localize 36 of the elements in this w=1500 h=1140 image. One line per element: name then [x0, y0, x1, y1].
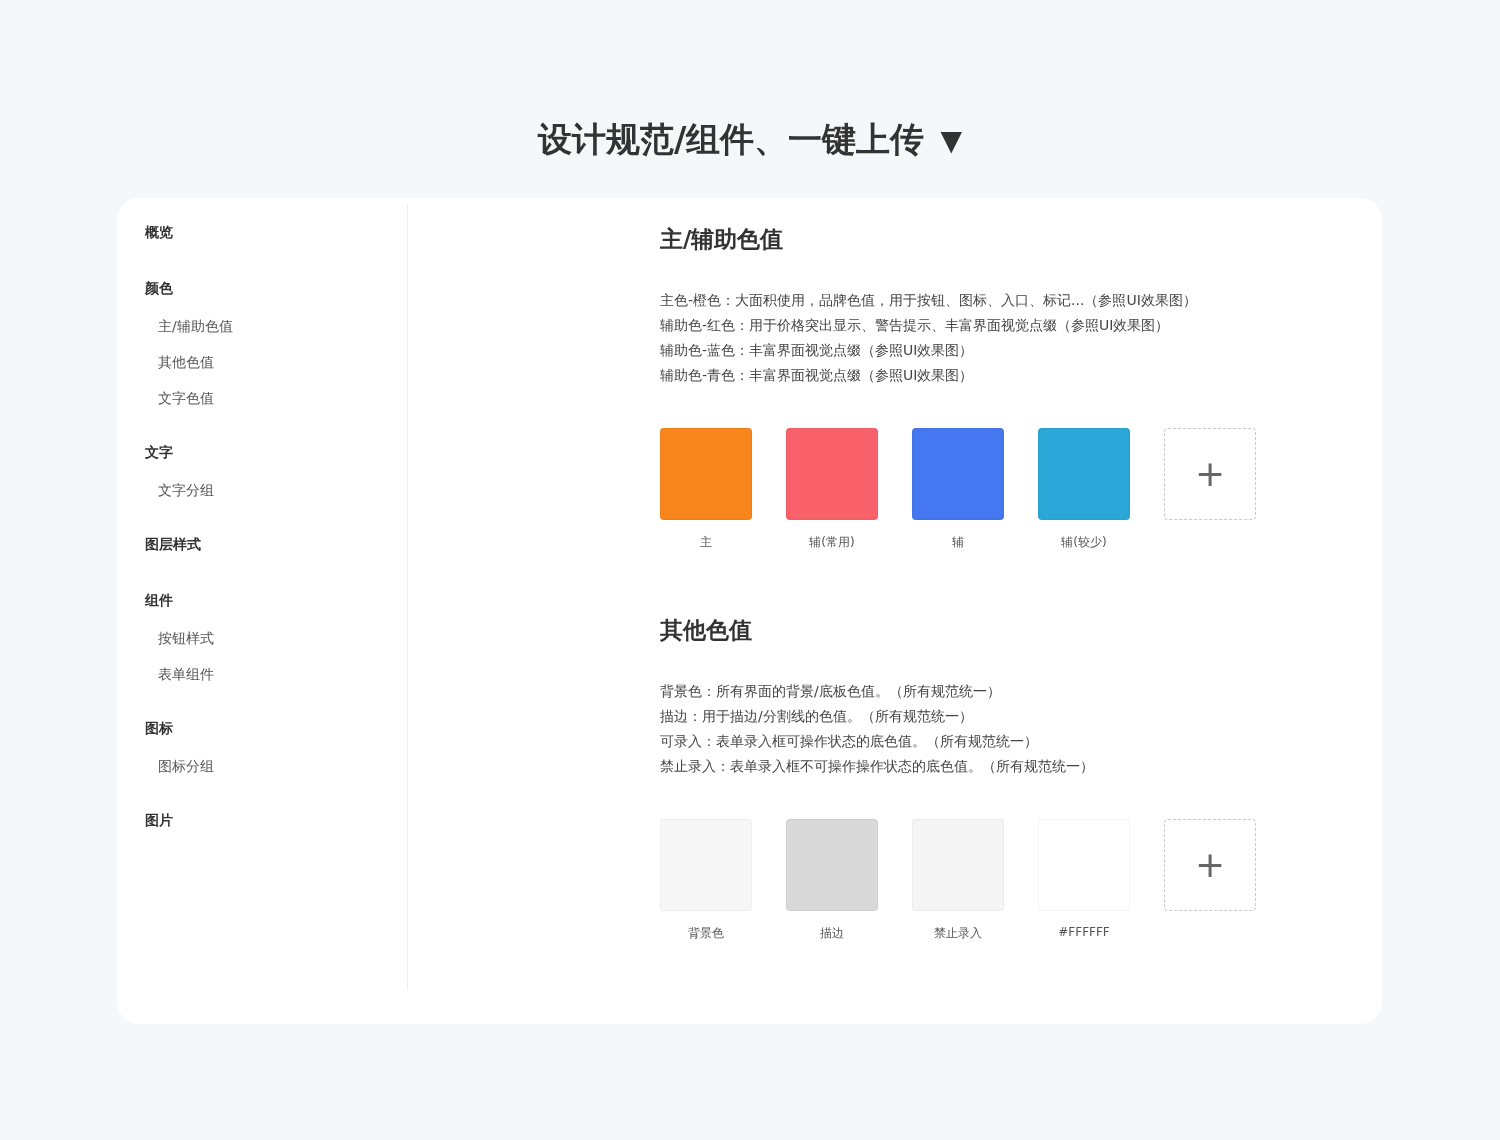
swatch-label: 辅 [952, 534, 964, 551]
sidebar-group[interactable]: 颜色 [145, 278, 407, 300]
swatch-label: 辅(较少) [1061, 534, 1107, 551]
sidebar-group[interactable]: 图标 [145, 718, 407, 740]
sidebar-group[interactable]: 概览 [145, 222, 407, 244]
description-text: 可录入：表单录入框可操作状态的底色值。（所有规范统一） [660, 732, 1039, 751]
sidebar-item[interactable]: 图标分组 [145, 756, 407, 776]
swatch-label: #FFFFFF [1058, 925, 1110, 939]
description-text: 辅助色-青色：丰富界面视觉点缀（参照UI效果图） [660, 366, 975, 385]
swatch-label: 背景色 [688, 925, 724, 942]
sidebar-group[interactable]: 图片 [145, 810, 407, 832]
page-title: 设计规范/组件、一键上传 [538, 118, 925, 161]
sidebar-group[interactable]: 组件 [145, 590, 407, 612]
sidebar-item[interactable]: 其他色值 [145, 352, 407, 372]
description-text: 禁止录入：表单录入框不可操作操作状态的底色值。（所有规范统一） [660, 757, 1095, 776]
sidebar-group[interactable]: 图层样式 [145, 534, 407, 556]
swatch-label: 禁止录入 [934, 925, 982, 942]
sidebar-group[interactable]: 文字 [145, 442, 407, 464]
section-title: 其他色值 [660, 616, 753, 645]
add-button[interactable]: + [1164, 428, 1256, 520]
section-title: 主/辅助色值 [660, 225, 785, 254]
swatch-label: 描边 [820, 925, 844, 942]
sidebar-item[interactable]: 文字分组 [145, 480, 407, 500]
add-button[interactable]: + [1164, 819, 1256, 911]
description-text: 辅助色-红色：用于价格突出显示、警告提示、丰富界面视觉点缀（参照UI效果图） [660, 316, 1171, 335]
description-text: 描边：用于描边/分割线的色值。（所有规范统一） [660, 707, 974, 726]
description-text: 主色-橙色：大面积使用，品牌色值，用于按钮、图标、入口、标记...（参照UI效果图） [660, 291, 1198, 310]
caret-icon[interactable]: ▼ [940, 123, 962, 157]
sidebar-item[interactable]: 表单组件 [145, 664, 407, 684]
sidebar-item[interactable]: 主/辅助色值 [145, 316, 407, 336]
swatch-label: 辅(常用) [809, 534, 855, 551]
sidebar-item[interactable]: 按钮样式 [145, 628, 407, 648]
description-text: 背景色：所有界面的背景/底板色值。（所有规范统一） [660, 682, 1002, 701]
swatch-label: 主 [700, 534, 712, 551]
sidebar-item[interactable]: 文字色值 [145, 388, 407, 408]
description-text: 辅助色-蓝色：丰富界面视觉点缀（参照UI效果图） [660, 341, 975, 360]
